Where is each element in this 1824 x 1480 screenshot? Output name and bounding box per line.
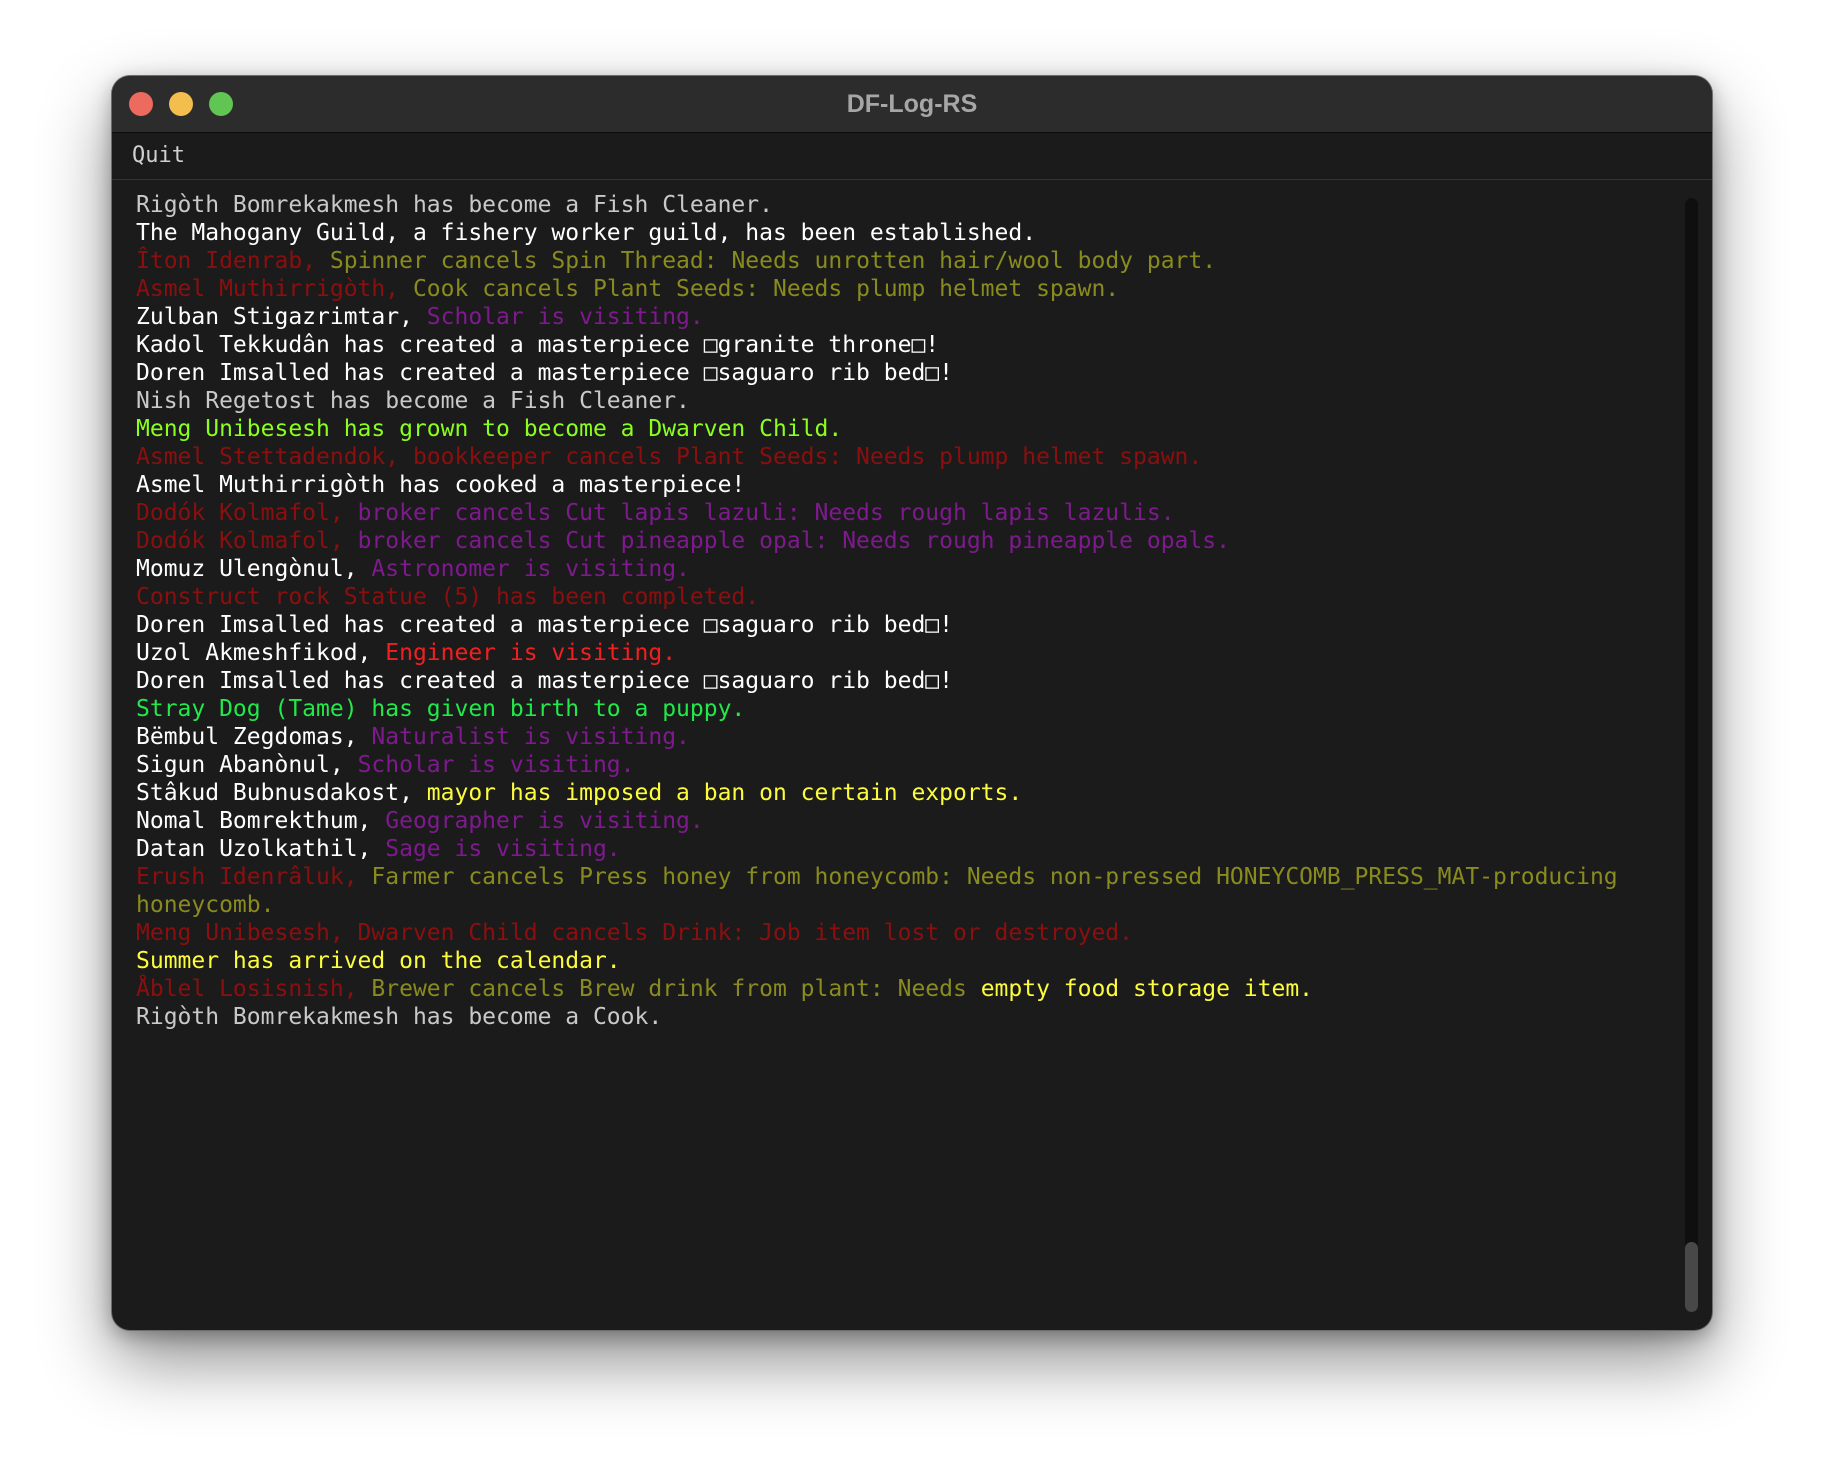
log-segment: Doren Imsalled has created a masterpiece… xyxy=(136,360,953,386)
log-segment: honeycomb. xyxy=(136,892,275,918)
log-segment: Dodók Kolmafol, xyxy=(136,500,358,526)
log-line: Kadol Tekkudân has created a masterpiece… xyxy=(136,331,1712,359)
log-segment: Stray Dog (Tame) has given birth to a pu… xyxy=(136,696,746,722)
log-line: Îton Idenrab, Spinner cancels Spin Threa… xyxy=(136,247,1712,275)
title-bar[interactable]: DF-Log-RS xyxy=(112,76,1712,133)
log-segment: Asmel Muthirrigòth, xyxy=(136,276,413,302)
log-line: Asmel Muthirrigòth has cooked a masterpi… xyxy=(136,471,1712,499)
log-line: Nomal Bomrekthum, Geographer is visiting… xyxy=(136,807,1712,835)
log-line: Datan Uzolkathil, Sage is visiting. xyxy=(136,835,1712,863)
log-line: Construct rock Statue (5) has been compl… xyxy=(136,583,1712,611)
vertical-scrollbar[interactable] xyxy=(1685,198,1698,1312)
log-segment: Brewer cancels Brew drink from plant: Ne… xyxy=(371,976,981,1002)
log-segment: Geographer is visiting. xyxy=(385,808,704,834)
log-segment: Asmel Muthirrigòth has cooked a masterpi… xyxy=(136,472,746,498)
log-line: Rigòth Bomrekakmesh has become a Cook. xyxy=(136,1003,1712,1031)
log-segment: Doren Imsalled has created a masterpiece… xyxy=(136,668,953,694)
log-segment: Engineer is visiting. xyxy=(385,640,677,666)
log-segment: Momuz Ulengònul, xyxy=(136,556,372,582)
log-line: Bëmbul Zegdomas, Naturalist is visiting. xyxy=(136,723,1712,751)
quit-menu-item[interactable]: Quit xyxy=(132,133,185,179)
log-line: Dodók Kolmafol, broker cancels Cut pinea… xyxy=(136,527,1712,555)
log-segment: Dodók Kolmafol, xyxy=(136,528,358,554)
log-segment: The Mahogany Guild, a fishery worker gui… xyxy=(136,220,1037,246)
log-line: Doren Imsalled has created a masterpiece… xyxy=(136,611,1712,639)
log-segment: Scholar is visiting. xyxy=(357,752,635,778)
log-segment: Doren Imsalled has created a masterpiece… xyxy=(136,612,953,638)
log-line: The Mahogany Guild, a fishery worker gui… xyxy=(136,219,1712,247)
log-segment: Scholar is visiting. xyxy=(426,304,704,330)
log-line: Åblel Losisnish, Brewer cancels Brew dri… xyxy=(136,975,1712,1003)
log-line: Doren Imsalled has created a masterpiece… xyxy=(136,359,1712,387)
log-line: Rigòth Bomrekakmesh has become a Fish Cl… xyxy=(136,191,1712,219)
log-line: Stâkud Bubnusdakost, mayor has imposed a… xyxy=(136,779,1712,807)
log-segment: Stâkud Bubnusdakost, xyxy=(136,780,427,806)
log-line: Stray Dog (Tame) has given birth to a pu… xyxy=(136,695,1712,723)
menu-bar: Quit xyxy=(112,133,1712,180)
log-segment: broker cancels Cut pineapple opal: Needs… xyxy=(357,528,1230,554)
log-segment: Kadol Tekkudân has created a masterpiece… xyxy=(136,332,940,358)
scrollbar-thumb[interactable] xyxy=(1685,1242,1698,1312)
log-line: Asmel Stettadendok, bookkeeper cancels P… xyxy=(136,443,1712,471)
log-segment: broker cancels Cut lapis lazuli: Needs r… xyxy=(357,500,1175,526)
log-line: Dodók Kolmafol, broker cancels Cut lapis… xyxy=(136,499,1712,527)
log-segment: Rigòth Bomrekakmesh has become a Fish Cl… xyxy=(136,192,773,218)
log-line: Sigun Abanònul, Scholar is visiting. xyxy=(136,751,1712,779)
log-line: Summer has arrived on the calendar. xyxy=(136,947,1712,975)
log-segment: mayor has imposed a ban on certain expor… xyxy=(426,780,1023,806)
log-line: Erush Idenrâluk, Farmer cancels Press ho… xyxy=(136,863,1712,891)
log-segment: Meng Unibesesh has grown to become a Dwa… xyxy=(136,416,843,442)
log-segment: Sage is visiting. xyxy=(385,836,621,862)
log-segment: Nomal Bomrekthum, xyxy=(136,808,386,834)
log-segment: Datan Uzolkathil, xyxy=(136,836,386,862)
log-line: Meng Unibesesh has grown to become a Dwa… xyxy=(136,415,1712,443)
log-line: Doren Imsalled has created a masterpiece… xyxy=(136,667,1712,695)
log-line: Nish Regetost has become a Fish Cleaner. xyxy=(136,387,1712,415)
log-segment: Construct rock Statue (5) has been compl… xyxy=(136,584,760,610)
log-segment: Asmel Stettadendok, bookkeeper cancels P… xyxy=(136,444,1203,470)
log-segment: Farmer cancels Press honey from honeycom… xyxy=(371,864,1618,890)
event-log: Rigòth Bomrekakmesh has become a Fish Cl… xyxy=(136,191,1712,1031)
window-title: DF-Log-RS xyxy=(846,90,978,118)
app-window: DF-Log-RS Quit Rigòth Bomrekakmesh has b… xyxy=(112,76,1712,1330)
log-segment: Rigòth Bomrekakmesh has become a Cook. xyxy=(136,1004,663,1030)
log-segment: Cook cancels Plant Seeds: Needs plump he… xyxy=(412,276,1120,302)
log-segment: Åblel Losisnish, xyxy=(136,976,372,1002)
log-line: Zulban Stigazrimtar, Scholar is visiting… xyxy=(136,303,1712,331)
log-segment: Sigun Abanònul, xyxy=(136,752,358,778)
log-line: Asmel Muthirrigòth, Cook cancels Plant S… xyxy=(136,275,1712,303)
log-segment: Erush Idenrâluk, xyxy=(136,864,372,890)
log-line: honeycomb. xyxy=(136,891,1712,919)
log-line: Momuz Ulengònul, Astronomer is visiting. xyxy=(136,555,1712,583)
log-segment: Uzol Akmeshfikod, xyxy=(136,640,386,666)
log-segment: Nish Regetost has become a Fish Cleaner. xyxy=(136,388,690,414)
log-line: Uzol Akmeshfikod, Engineer is visiting. xyxy=(136,639,1712,667)
log-segment: Îton Idenrab, xyxy=(136,248,330,274)
log-segment: Astronomer is visiting. xyxy=(371,556,690,582)
log-segment: Bëmbul Zegdomas, xyxy=(136,724,372,750)
log-segment: Summer has arrived on the calendar. xyxy=(136,948,621,974)
log-line: Meng Unibesesh, Dwarven Child cancels Dr… xyxy=(136,919,1712,947)
log-segment: empty food storage item. xyxy=(980,976,1314,1002)
log-segment: Zulban Stigazrimtar, xyxy=(136,304,427,330)
log-segment: Naturalist is visiting. xyxy=(371,724,690,750)
log-segment: Meng Unibesesh, Dwarven Child cancels Dr… xyxy=(136,920,1133,946)
log-segment: Spinner cancels Spin Thread: Needs unrot… xyxy=(329,248,1217,274)
